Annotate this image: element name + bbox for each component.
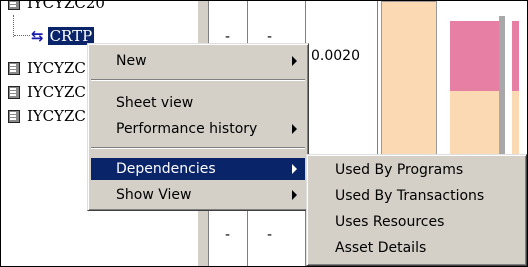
- menu-item-label: Show View: [116, 187, 192, 203]
- tree-item[interactable]: IYCYZC: [7, 82, 88, 102]
- submenu-item-used-by-transactions[interactable]: Used By Transactions: [310, 185, 523, 207]
- grid-cell: 0.0020: [311, 48, 360, 64]
- submenu-item-label: Used By Programs: [335, 162, 464, 178]
- dependencies-submenu: Used By Programs Used By Transactions Us…: [306, 154, 527, 266]
- tree-connector: [13, 15, 14, 37]
- grid-cell: -: [267, 227, 273, 243]
- submenu-arrow-icon: [292, 124, 297, 134]
- program-node-icon: [7, 1, 21, 10]
- menu-item-new[interactable]: New: [91, 50, 305, 72]
- menu-item-show-view[interactable]: Show View: [91, 184, 305, 206]
- menu-item-label: Sheet view: [116, 95, 194, 111]
- submenu-item-label: Uses Resources: [335, 214, 445, 230]
- context-menu: New Sheet view Performance history Depen…: [87, 43, 309, 211]
- tree-item[interactable]: IYCYZC20: [7, 1, 107, 13]
- submenu-item-uses-resources[interactable]: Uses Resources: [310, 211, 523, 233]
- chart-bar-segment: [512, 21, 519, 91]
- menu-item-label: New: [116, 53, 147, 69]
- tree-item-selected[interactable]: ⇆ CRTP: [31, 26, 95, 46]
- menu-item-label: Performance history: [116, 121, 258, 137]
- menu-item-dependencies[interactable]: Dependencies: [91, 158, 305, 180]
- menu-separator: [91, 79, 305, 81]
- tree-item-label: IYCYZC: [27, 83, 86, 101]
- tree-item[interactable]: IYCYZC: [7, 106, 88, 126]
- tree-item-label: IYCYZC: [27, 107, 86, 125]
- tree-connector: [14, 35, 30, 36]
- program-node-icon: [7, 85, 21, 99]
- tree-item-label: IYCYZC: [27, 59, 86, 77]
- chart-bar-segment: [450, 21, 499, 91]
- submenu-item-label: Used By Transactions: [335, 188, 485, 204]
- grid-cell: -: [225, 227, 231, 243]
- menu-separator: [91, 147, 305, 149]
- program-node-icon: [7, 61, 21, 75]
- menu-item-label: Dependencies: [116, 161, 216, 177]
- link-arrows-icon: ⇆: [31, 27, 44, 45]
- program-node-icon: [7, 109, 21, 123]
- submenu-item-asset-details[interactable]: Asset Details: [310, 237, 523, 259]
- tree-item[interactable]: IYCYZC: [7, 58, 88, 78]
- application-window: IYCYZC20 ⇆ CRTP IYCYZC IYCYZC IYCYZC - -…: [0, 0, 528, 267]
- menu-item-performance-history[interactable]: Performance history: [91, 118, 305, 140]
- submenu-arrow-icon: [292, 56, 297, 66]
- submenu-arrow-icon: [292, 164, 297, 174]
- menu-item-sheet-view[interactable]: Sheet view: [91, 92, 305, 114]
- submenu-item-label: Asset Details: [335, 240, 427, 256]
- tree-item-label: IYCYZC20: [27, 1, 105, 12]
- submenu-arrow-icon: [292, 190, 297, 200]
- submenu-item-used-by-programs[interactable]: Used By Programs: [310, 159, 523, 181]
